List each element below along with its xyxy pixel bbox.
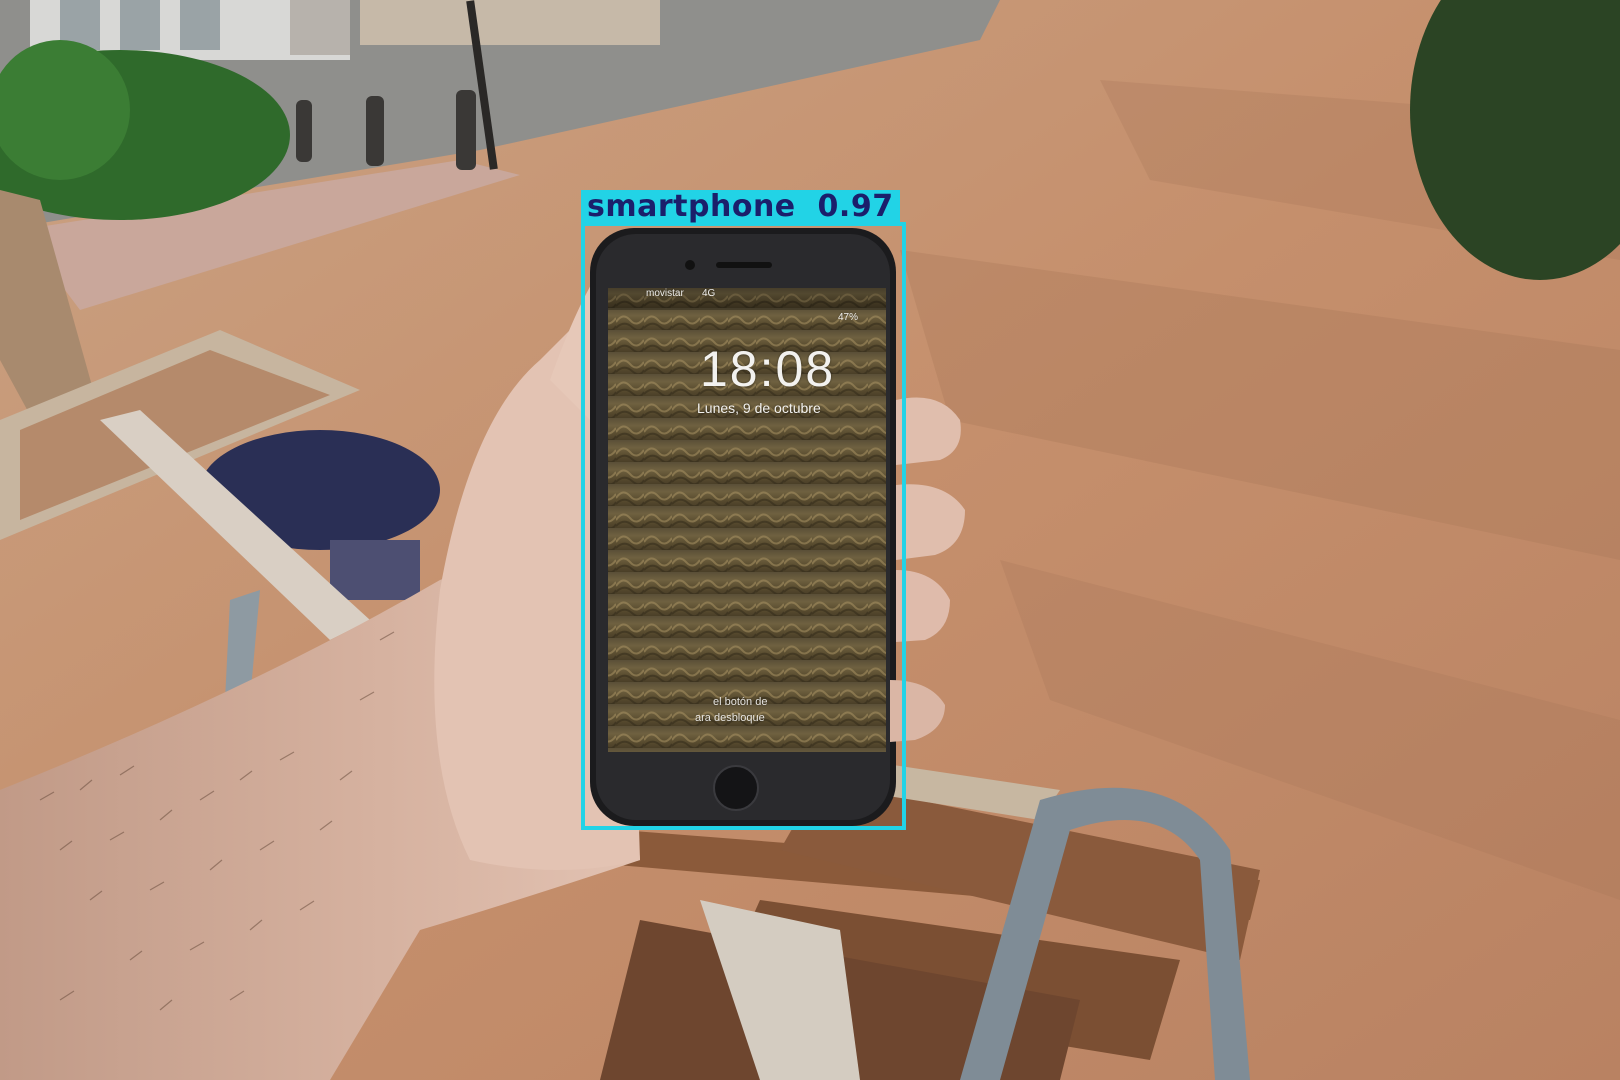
detection-label: smartphone 0.97	[581, 190, 900, 224]
detection-confidence: 0.97	[817, 189, 894, 224]
detection-class: smartphone	[587, 189, 796, 224]
detection-bounding-box	[581, 222, 906, 830]
